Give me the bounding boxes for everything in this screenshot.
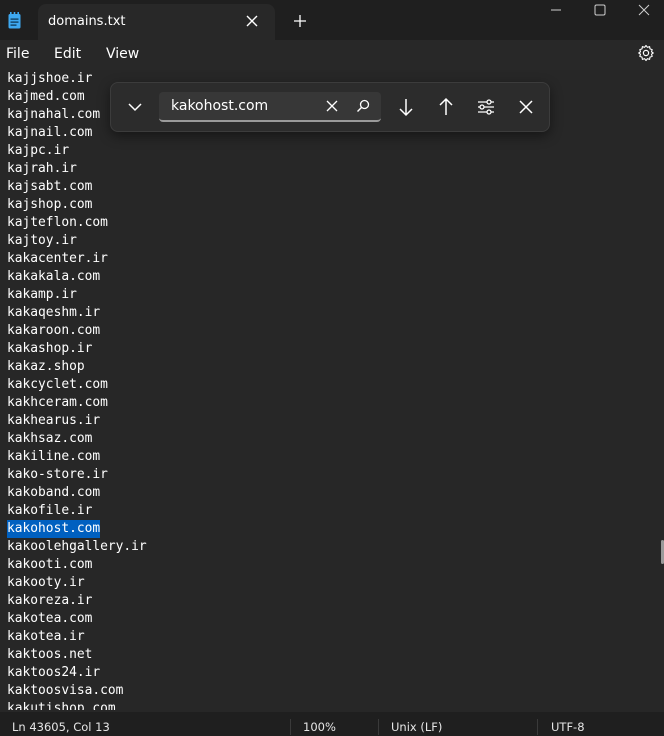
menu-edit[interactable]: Edit bbox=[54, 46, 81, 62]
status-divider bbox=[378, 719, 379, 735]
status-divider bbox=[537, 719, 538, 735]
text-line: kakotea.ir bbox=[7, 629, 85, 644]
menu-bar: File Edit View bbox=[0, 40, 664, 70]
minimize-icon[interactable] bbox=[548, 2, 564, 18]
text-line: kajrah.ir bbox=[7, 161, 77, 176]
menu-view[interactable]: View bbox=[106, 46, 139, 62]
text-line: kajteflon.com bbox=[7, 215, 108, 230]
line-ending[interactable]: Unix (LF) bbox=[391, 720, 442, 734]
text-line: kakooty.ir bbox=[7, 575, 85, 590]
text-line: kakoband.com bbox=[7, 485, 101, 500]
text-line: kakacenter.ir bbox=[7, 251, 108, 266]
text-line: kakcyclet.com bbox=[7, 377, 108, 392]
options-icon[interactable] bbox=[472, 93, 500, 121]
text-editor[interactable]: kajjshoe.ir kajmed.com kajnahal.com kajnail… bbox=[0, 70, 664, 710]
text-line: kajnahal.com bbox=[7, 107, 101, 122]
text-line: kajpc.ir bbox=[7, 143, 70, 158]
title-bar: domains.txt bbox=[0, 0, 664, 40]
text-line: kajnail.com bbox=[7, 125, 93, 140]
text-line: kakooti.com bbox=[7, 557, 93, 572]
find-bar: kakohost.com bbox=[110, 82, 550, 132]
cursor-position: Ln 43605, Col 13 bbox=[12, 720, 110, 734]
text-line: kakashop.ir bbox=[7, 341, 93, 356]
search-icon[interactable] bbox=[355, 98, 371, 114]
text-line: kakaz.shop bbox=[7, 359, 85, 374]
arrow-up-icon[interactable] bbox=[432, 93, 460, 121]
settings-icon[interactable] bbox=[637, 44, 655, 62]
status-bar: Ln 43605, Col 13 100% Unix (LF) UTF-8 bbox=[0, 712, 664, 736]
tab-title: domains.txt bbox=[48, 14, 126, 29]
close-icon[interactable] bbox=[512, 93, 540, 121]
text-line: kakaroon.com bbox=[7, 323, 101, 338]
text-line: kajsabt.com bbox=[7, 179, 93, 194]
text-line: kako-store.ir bbox=[7, 467, 108, 482]
tab-domains[interactable]: domains.txt bbox=[38, 4, 275, 40]
text-line: kakutishop.com bbox=[7, 701, 116, 710]
status-divider bbox=[290, 719, 291, 735]
text-line: kajjshoe.ir bbox=[7, 71, 93, 86]
text-line: kakhearus.ir bbox=[7, 413, 101, 428]
text-line: kakamp.ir bbox=[7, 287, 77, 302]
find-query: kakohost.com bbox=[171, 98, 269, 114]
maximize-icon[interactable] bbox=[592, 2, 608, 18]
text-line: kaktoos24.ir bbox=[7, 665, 101, 680]
text-line: kakoolehgallery.ir bbox=[7, 539, 147, 554]
arrow-down-icon[interactable] bbox=[392, 93, 420, 121]
text-line: kaktoos.net bbox=[7, 647, 93, 662]
find-input[interactable]: kakohost.com bbox=[159, 92, 381, 122]
chevron-down-icon[interactable] bbox=[121, 93, 149, 121]
notepad-icon bbox=[8, 12, 21, 29]
text-line: kakofile.ir bbox=[7, 503, 93, 518]
text-line: kakaqeshm.ir bbox=[7, 305, 101, 320]
menu-file[interactable]: File bbox=[6, 46, 29, 62]
text-line: kakhsaz.com bbox=[7, 431, 93, 446]
text-line: kakhceram.com bbox=[7, 395, 108, 410]
text-line: kaktoosvisa.com bbox=[7, 683, 124, 698]
text-line: kakotea.com bbox=[7, 611, 93, 626]
zoom-level[interactable]: 100% bbox=[303, 720, 336, 734]
text-line: kakakala.com bbox=[7, 269, 101, 284]
window-close-icon[interactable] bbox=[636, 2, 652, 18]
clear-icon[interactable] bbox=[325, 99, 339, 113]
text-line: kajmed.com bbox=[7, 89, 85, 104]
selected-line: kakohost.com bbox=[7, 520, 101, 538]
text-line: kakoreza.ir bbox=[7, 593, 93, 608]
text-line: kajtoy.ir bbox=[7, 233, 77, 248]
close-icon[interactable] bbox=[244, 13, 260, 29]
encoding[interactable]: UTF-8 bbox=[551, 720, 585, 734]
plus-icon[interactable] bbox=[292, 13, 308, 29]
text-line: kajshop.com bbox=[7, 197, 93, 212]
text-line: kakiline.com bbox=[7, 449, 101, 464]
